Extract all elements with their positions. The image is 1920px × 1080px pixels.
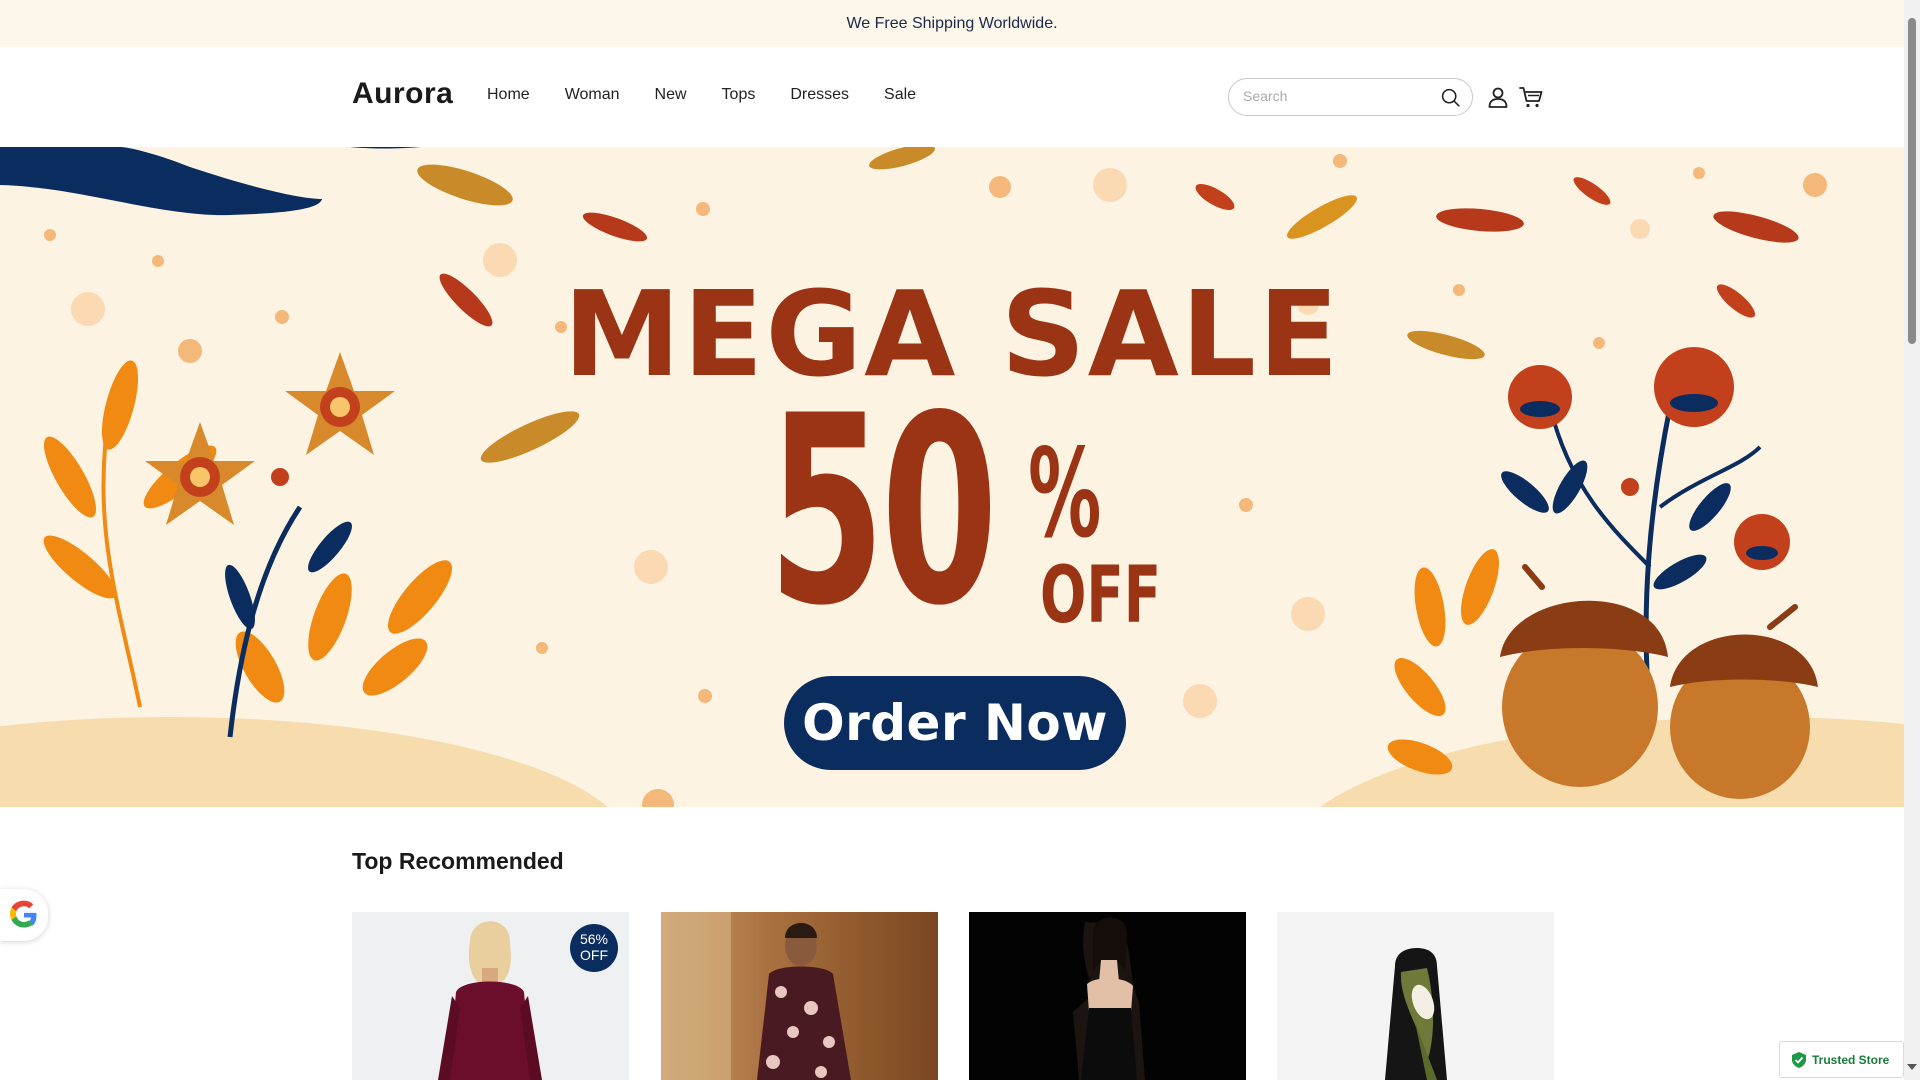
google-reviews-tab[interactable] — [0, 889, 48, 941]
announcement-bar: We Free Shipping Worldwide. — [0, 0, 1904, 47]
scrollbar[interactable] — [1904, 0, 1920, 1080]
order-now-button[interactable]: Order Now — [784, 676, 1126, 770]
nav-tops[interactable]: Tops — [722, 86, 756, 104]
scroll-down-arrow-icon[interactable] — [1907, 1064, 1917, 1070]
main-nav: Home Woman New Tops Dresses Sale — [487, 86, 951, 104]
product-image-3 — [969, 912, 1246, 1080]
site-header: Aurora Home Woman New Tops Dresses Sale — [0, 47, 1904, 147]
logo[interactable]: Aurora — [352, 77, 453, 111]
trusted-store-label: Trusted Store — [1812, 1052, 1890, 1067]
hero-banner[interactable]: MEGA SALE 50 % OFF Order Now — [0, 147, 1904, 807]
product-card-3[interactable] — [969, 912, 1246, 1080]
hero-discount-number: 50 — [768, 361, 998, 663]
section-title: Top Recommended — [352, 848, 564, 874]
scrollbar-thumb[interactable] — [1908, 18, 1916, 344]
announcement-text: We Free Shipping Worldwide. — [846, 14, 1058, 32]
trusted-store-badge[interactable]: Trusted Store — [1779, 1041, 1904, 1078]
nav-woman[interactable]: Woman — [565, 86, 620, 104]
nav-dresses[interactable]: Dresses — [790, 86, 849, 104]
product-image-4 — [1277, 912, 1554, 1080]
hero-percent-sign: % — [1028, 423, 1102, 565]
search-icon[interactable] — [1440, 87, 1461, 108]
nav-sale[interactable]: Sale — [884, 86, 916, 104]
product-image-2 — [661, 912, 938, 1080]
discount-badge: 56% OFF — [570, 924, 618, 972]
cart-icon[interactable] — [1518, 84, 1544, 110]
product-card-4[interactable] — [1277, 912, 1554, 1080]
nav-home[interactable]: Home — [487, 86, 530, 104]
search-box — [1228, 78, 1473, 116]
user-icon[interactable] — [1486, 85, 1510, 109]
shield-check-icon — [1792, 1051, 1806, 1068]
hero-off-label: OFF — [1040, 551, 1162, 641]
nav-new[interactable]: New — [655, 86, 687, 104]
google-icon — [9, 900, 37, 928]
product-card-2[interactable] — [661, 912, 938, 1080]
search-input[interactable] — [1243, 88, 1433, 104]
